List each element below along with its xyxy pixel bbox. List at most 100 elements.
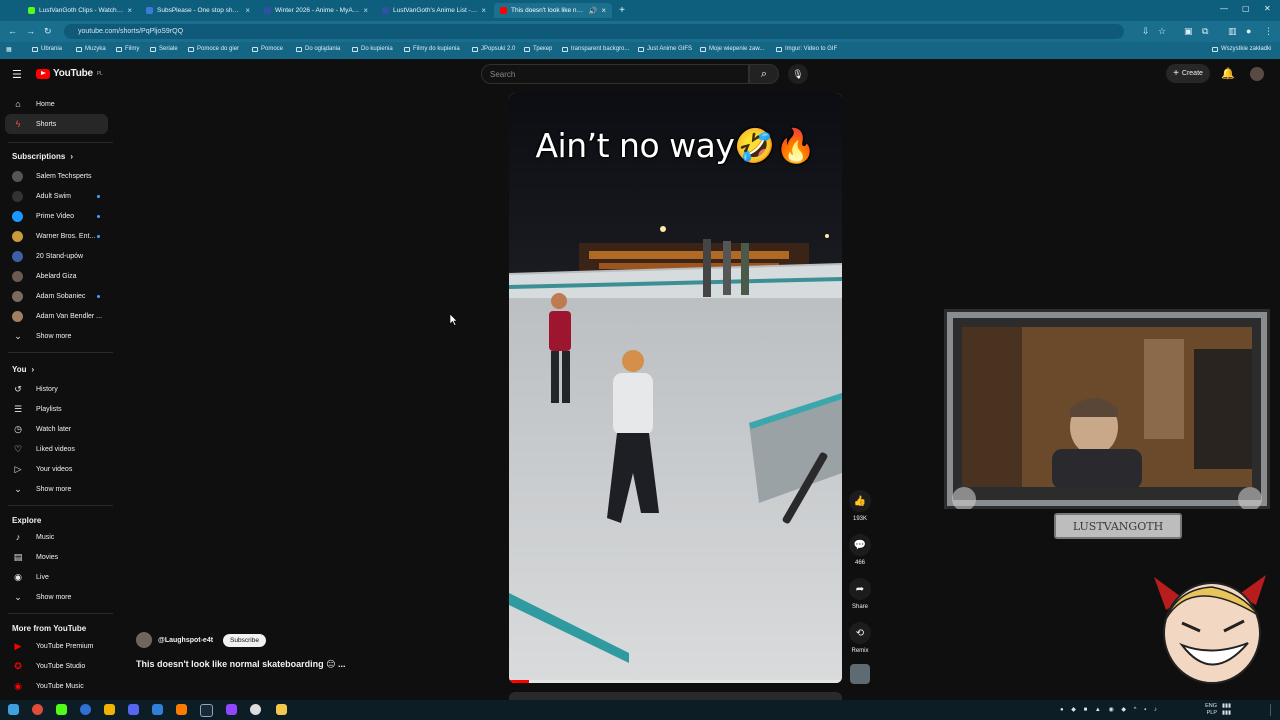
sidebar-item-history[interactable]: ↺ History — [0, 379, 114, 399]
maximize-icon[interactable]: ▢ — [1242, 4, 1250, 13]
sidebar-item-subscription[interactable]: Salem Techsperts — [0, 166, 114, 186]
all-bookmarks[interactable]: Wszystkie zakładki — [1212, 46, 1271, 52]
sidebar-item-live[interactable]: ◉ Live — [0, 567, 114, 587]
address-bar[interactable]: youtube.com/shorts/PqPljoS9rQQ — [64, 24, 1124, 39]
bookmark-folder[interactable]: Filmy do kupienia — [404, 46, 460, 52]
voice-search-button[interactable]: 🎙 — [788, 64, 808, 84]
sidebar-item-subscription[interactable]: Adam Van Bendler ... — [0, 306, 114, 326]
sidebar-item-playlists[interactable]: ☰ Playlists — [0, 399, 114, 419]
comment-icon[interactable]: 💬 — [849, 534, 871, 556]
sidebar-item-subscription[interactable]: Prime Video — [0, 206, 114, 226]
search-input[interactable]: Search — [481, 64, 749, 84]
bookmark-link[interactable]: Just Anime GIFS — [638, 46, 692, 52]
share-icon[interactable]: ➦ — [849, 578, 871, 600]
thumbs-up-icon[interactable]: 👍 — [849, 490, 871, 512]
app-icon[interactable] — [80, 704, 91, 715]
browser-tab[interactable]: SubsPlease - One stop shop fo × — [140, 3, 256, 18]
app-icon[interactable] — [226, 704, 237, 715]
reload-icon[interactable]: ↻ — [44, 26, 52, 37]
file-explorer-icon[interactable] — [276, 704, 287, 715]
bookmark-link[interactable]: Трекер — [524, 46, 552, 52]
bookmark-folder[interactable]: Seriale — [150, 46, 178, 52]
close-tab-icon[interactable]: × — [245, 6, 250, 15]
browser-tab[interactable]: LustVanGoth Clips - Watch Liv × — [22, 3, 138, 18]
like-action[interactable]: 👍 193K — [848, 490, 872, 522]
minimize-icon[interactable]: — — [1220, 4, 1228, 13]
close-tab-icon[interactable]: × — [363, 6, 368, 15]
subscribe-button[interactable]: Subscribe — [223, 633, 266, 647]
sidebar-item-subscription[interactable]: Abelard Giza — [0, 266, 114, 286]
bookmark-star-icon[interactable]: ☆ — [1158, 26, 1166, 37]
you-heading[interactable]: You › — [12, 365, 34, 374]
new-tab-button[interactable]: + — [614, 3, 630, 18]
show-desktop-button[interactable] — [1270, 704, 1275, 716]
share-action[interactable]: ➦ Share — [848, 578, 872, 610]
subscriptions-heading[interactable]: Subscriptions › — [12, 152, 73, 161]
sidebar-item-youtube-studio[interactable]: ✪ YouTube Studio — [0, 656, 114, 676]
create-button[interactable]: + Create — [1166, 64, 1210, 83]
close-window-icon[interactable]: ✕ — [1264, 4, 1271, 13]
sidebar-item-watch-later[interactable]: ◷ Watch later — [0, 419, 114, 439]
sidebar-item-subscription[interactable]: Adult Swim — [0, 186, 114, 206]
system-tray-icons[interactable]: ● ◆ ■ ▲ ◉ ◆ ^ ▪ ♪ — [1060, 706, 1160, 713]
chrome-icon[interactable] — [32, 704, 43, 715]
bookmark-link[interactable]: Imgur: Video to GIF — [776, 46, 837, 52]
channel-avatar[interactable] — [136, 632, 152, 648]
next-short-preview[interactable] — [509, 692, 842, 700]
menu-dots-icon[interactable]: ⋮ — [1264, 26, 1273, 37]
sidebar-item-music[interactable]: ♪ Music — [0, 527, 114, 547]
sound-thumbnail[interactable] — [850, 664, 870, 684]
profile-icon[interactable]: ● — [1246, 26, 1251, 36]
remix-action[interactable]: ⟲ Remix — [848, 622, 872, 654]
speaker-icon[interactable]: 🔊 — [589, 7, 598, 15]
youtube-logo[interactable]: YouTube PL — [36, 68, 103, 79]
comments-action[interactable]: 💬 466 — [848, 534, 872, 566]
bookmark-folder[interactable]: Do kupienia — [352, 46, 393, 52]
close-tab-icon[interactable]: × — [481, 6, 486, 15]
clock-tray[interactable]: ▮▮▮ ▮▮▮ — [1222, 703, 1231, 717]
sidepanel-icon[interactable]: ▥ — [1228, 26, 1237, 37]
puzzle-icon[interactable]: ⧉ — [1202, 26, 1208, 37]
video-progress-track[interactable] — [509, 680, 842, 683]
bookmark-link[interactable]: Moje wiepenie zaw... — [700, 46, 764, 52]
sidebar-item-your-videos[interactable]: ▷ Your videos — [0, 459, 114, 479]
close-tab-icon[interactable]: × — [601, 6, 606, 15]
browser-tab[interactable]: Winter 2026 - Anime - MyAnim × — [258, 3, 374, 18]
bookmark-folder[interactable]: Muzyka — [76, 46, 106, 52]
app-icon[interactable] — [104, 704, 115, 715]
sidebar-item-liked-videos[interactable]: ♡ Liked videos — [0, 439, 114, 459]
install-icon[interactable]: ⇩ — [1142, 26, 1150, 37]
channel-handle[interactable]: @Laughspot-e4t — [158, 637, 213, 644]
apps-grid-icon[interactable]: ▦ — [6, 46, 12, 53]
remix-icon[interactable]: ⟲ — [849, 622, 871, 644]
sidebar-item-subscription[interactable]: Adam Sobaniec — [0, 286, 114, 306]
bookmark-folder[interactable]: Ubrania — [32, 46, 62, 52]
sidebar-item-home[interactable]: ⌂ Home — [0, 94, 114, 114]
forward-arrow-icon[interactable]: → — [26, 26, 35, 36]
sidebar-item-shorts[interactable]: ϟ Shorts — [5, 114, 108, 134]
show-more-subscriptions[interactable]: ⌄ Show more — [0, 326, 114, 346]
bookmark-folder[interactable]: Pomoce — [252, 46, 283, 52]
extension-icon[interactable]: ▣ — [1184, 26, 1193, 37]
back-arrow-icon[interactable]: ← — [8, 26, 17, 36]
sidebar-item-youtube-premium[interactable]: ▶ YouTube Premium — [0, 636, 114, 656]
account-avatar[interactable] — [1250, 67, 1264, 81]
short-title[interactable]: This doesn't look like normal skateboard… — [136, 659, 346, 670]
bookmark-folder[interactable]: Do oglądania — [296, 46, 340, 52]
sidebar-item-subscription[interactable]: Warner Bros. Ent... — [0, 226, 114, 246]
steam-icon[interactable] — [200, 704, 213, 717]
sidebar-item-subscription[interactable]: 20 Stand-upów — [0, 246, 114, 266]
discord-icon[interactable] — [128, 704, 139, 715]
app-icon[interactable] — [56, 704, 67, 715]
browser-tab[interactable]: LustVanGoth's Anime List - My × — [376, 3, 492, 18]
bookmark-folder[interactable]: Filmy — [116, 46, 139, 52]
language-indicator[interactable]: ENG PLP — [1205, 703, 1217, 717]
show-more-you[interactable]: ⌄ Show more — [0, 479, 114, 499]
hamburger-menu-icon[interactable]: ☰ — [12, 68, 22, 81]
short-video-player[interactable]: Ain’t no way🤣🔥 — [509, 93, 842, 683]
bookmark-folder[interactable]: Pomoce do gier — [188, 46, 239, 52]
search-button[interactable]: ⌕ — [749, 64, 779, 84]
show-more-explore[interactable]: ⌄ Show more — [0, 587, 114, 607]
close-tab-icon[interactable]: × — [127, 6, 132, 15]
windows-start-icon[interactable] — [8, 704, 19, 715]
